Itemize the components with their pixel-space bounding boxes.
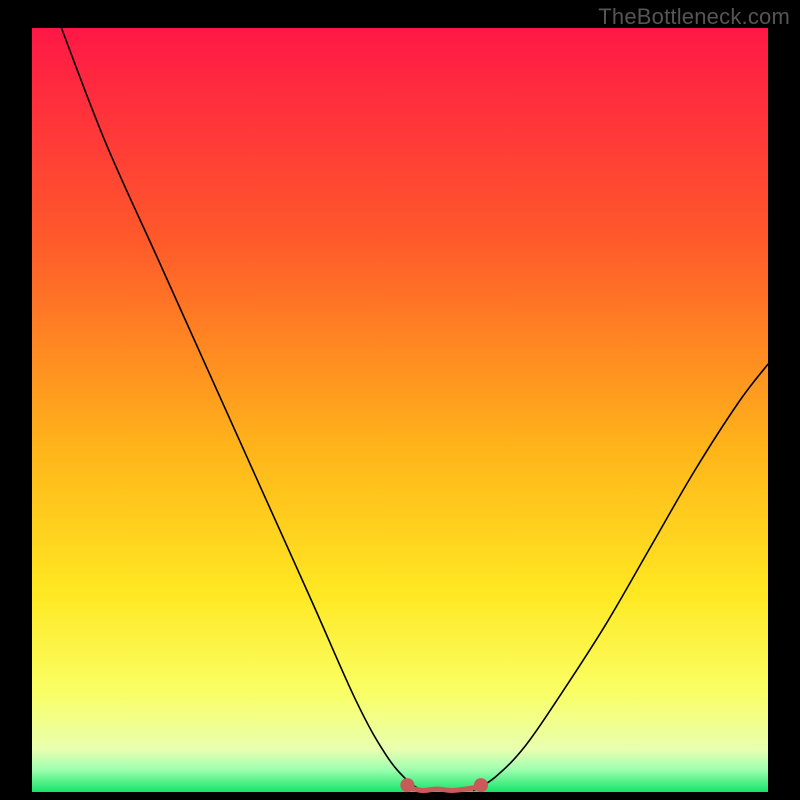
marker-dot: [474, 778, 488, 792]
marker-dot: [400, 778, 414, 792]
plot-area: [32, 28, 768, 792]
bottleneck-chart: [0, 0, 800, 800]
chart-frame: TheBottleneck.com: [0, 0, 800, 800]
watermark-text: TheBottleneck.com: [598, 4, 790, 30]
